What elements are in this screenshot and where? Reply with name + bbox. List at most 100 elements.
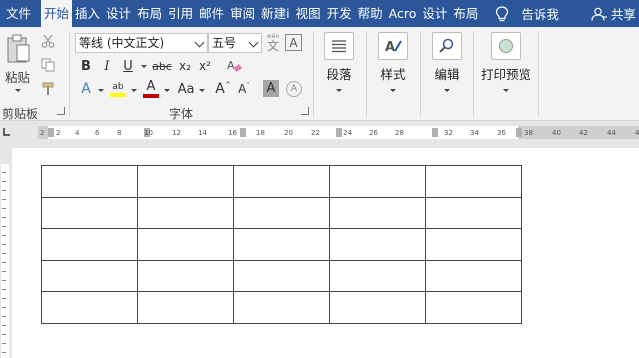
enclosed-char-button[interactable]: A: [286, 81, 302, 97]
separator: [538, 31, 539, 117]
clipboard-dialog-launcher[interactable]: [57, 107, 65, 115]
table-cell[interactable]: [233, 259, 330, 292]
font-name-combo[interactable]: 等线 (中文正文): [75, 33, 208, 53]
tab-file[interactable]: 文件: [0, 0, 41, 27]
styles-button[interactable]: A 样式: [378, 32, 408, 92]
print-preview-button[interactable]: 打印预览: [480, 32, 532, 92]
table-cell[interactable]: [329, 165, 426, 198]
chevron-down-icon: [194, 37, 205, 48]
font-color-button[interactable]: A: [142, 79, 160, 99]
table-cell[interactable]: [137, 291, 234, 324]
highlight-button[interactable]: ab: [108, 79, 128, 99]
font-dialog-launcher[interactable]: [301, 107, 309, 115]
character-shading-button[interactable]: A: [263, 80, 279, 97]
share-button[interactable]: 共享: [591, 4, 636, 23]
table-cell[interactable]: [41, 259, 138, 292]
document-table[interactable]: [41, 165, 522, 324]
table-cell[interactable]: [425, 228, 522, 261]
text-effects-dropdown-arrow[interactable]: [98, 89, 104, 92]
cut-button[interactable]: [40, 33, 56, 49]
table-row: [41, 259, 522, 292]
vertical-ruler[interactable]: [0, 142, 10, 358]
column-marker[interactable]: [516, 128, 522, 137]
editing-button[interactable]: 编辑: [432, 32, 462, 92]
tab-home[interactable]: 开始: [41, 0, 73, 27]
print-preview-dropdown-arrow: [503, 89, 509, 92]
grow-font-button[interactable]: A ^: [214, 80, 232, 98]
table-cell[interactable]: [233, 228, 330, 261]
ruler-tick-label: 36: [497, 129, 506, 137]
clear-formatting-button[interactable]: A: [225, 57, 243, 75]
change-case-dropdown-arrow[interactable]: [199, 89, 205, 92]
table-cell[interactable]: [425, 259, 522, 292]
tab-table-design[interactable]: 设计: [419, 0, 450, 27]
paste-button[interactable]: [4, 33, 32, 65]
tab-insert[interactable]: 插入: [72, 0, 103, 27]
table-cell[interactable]: [329, 291, 426, 324]
tab-view[interactable]: 视图: [293, 0, 324, 27]
table-cell[interactable]: [425, 196, 522, 229]
table-cell[interactable]: [137, 165, 234, 198]
tab-new[interactable]: 新建i: [258, 0, 292, 27]
change-case-label: Aa: [177, 81, 195, 97]
table-cell[interactable]: [137, 228, 234, 261]
column-marker[interactable]: [48, 128, 54, 137]
phonetic-guide-button[interactable]: wén 文: [264, 32, 282, 54]
table-cell[interactable]: [41, 196, 138, 229]
table-cell[interactable]: [233, 165, 330, 198]
horizontal-ruler[interactable]: 2 2 4 6 8 10 12 14 16 18 20 22 24 26 28 32 34 36 38 40 42 44 4…: [0, 122, 639, 142]
change-case-button[interactable]: Aa: [175, 80, 197, 98]
ruler-tick-label: 4: [75, 129, 80, 137]
subscript-button[interactable]: x₂: [177, 57, 193, 75]
table-cell[interactable]: [329, 196, 426, 229]
paste-dropdown-arrow[interactable]: [15, 89, 21, 92]
font-color-dropdown-arrow[interactable]: [164, 89, 170, 92]
table-cell[interactable]: [137, 196, 234, 229]
subscript-label: x₂: [179, 59, 191, 73]
tab-mailings[interactable]: 邮件: [196, 0, 227, 27]
tab-developer[interactable]: 开发: [324, 0, 355, 27]
document-page[interactable]: [12, 148, 639, 358]
tab-table-layout[interactable]: 布局: [450, 0, 481, 27]
tab-design[interactable]: 设计: [103, 0, 134, 27]
text-effects-button[interactable]: A: [78, 80, 94, 98]
strikethrough-button[interactable]: abc: [151, 57, 173, 75]
italic-button[interactable]: I: [99, 57, 115, 75]
column-marker[interactable]: [432, 128, 438, 137]
format-painter-button[interactable]: [40, 81, 56, 97]
paste-label[interactable]: 粘贴: [5, 67, 30, 86]
tab-review[interactable]: 审阅: [227, 0, 258, 27]
table-cell[interactable]: [233, 196, 330, 229]
column-marker[interactable]: [336, 128, 342, 137]
eraser-icon: A: [227, 59, 242, 73]
underline-dropdown-arrow[interactable]: [141, 65, 147, 68]
copy-button[interactable]: [40, 57, 56, 73]
table-cell[interactable]: [425, 165, 522, 198]
vertical-ruler-tick: [2, 226, 6, 227]
highlight-dropdown-arrow[interactable]: [131, 89, 137, 92]
tab-references[interactable]: 引用: [165, 0, 196, 27]
font-size-combo[interactable]: 五号: [208, 33, 262, 53]
ruler-tick-label: 46: [635, 129, 639, 137]
table-cell[interactable]: [233, 291, 330, 324]
enclose-character-button[interactable]: A: [285, 34, 302, 51]
tell-me-search[interactable]: 告诉我: [495, 4, 559, 23]
superscript-button[interactable]: x²: [197, 57, 213, 75]
table-cell[interactable]: [41, 165, 138, 198]
table-cell[interactable]: [137, 259, 234, 292]
table-row: [41, 291, 522, 324]
tab-acrobat[interactable]: Acro: [386, 0, 420, 27]
shrink-font-button[interactable]: Aˇ: [235, 80, 253, 98]
tab-help[interactable]: 帮助: [355, 0, 386, 27]
table-cell[interactable]: [41, 291, 138, 324]
underline-button[interactable]: U: [120, 57, 136, 75]
bold-button[interactable]: B: [78, 57, 94, 75]
table-cell[interactable]: [425, 291, 522, 324]
tab-layout[interactable]: 布局: [134, 0, 165, 27]
column-marker[interactable]: [240, 128, 246, 137]
table-cell[interactable]: [41, 228, 138, 261]
table-cell[interactable]: [329, 259, 426, 292]
table-cell[interactable]: [329, 228, 426, 261]
tab-selector-icon[interactable]: [1, 126, 12, 137]
paragraph-button[interactable]: 段落: [324, 32, 354, 92]
